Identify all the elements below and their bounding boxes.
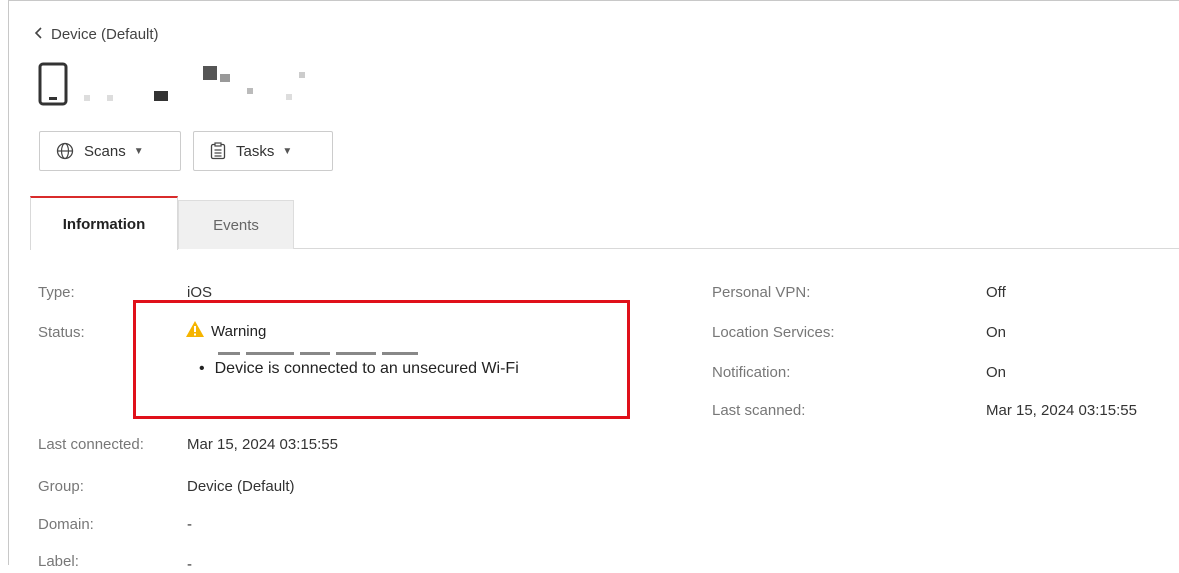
device-name-redacted <box>84 66 305 101</box>
back-link-label: Device (Default) <box>51 26 159 43</box>
tasks-button-label: Tasks <box>236 142 275 160</box>
location-services-label: Location Services: <box>712 324 835 341</box>
chevron-left-icon <box>34 26 43 43</box>
last-scanned-label: Last scanned: <box>712 402 806 419</box>
type-value: iOS <box>187 284 213 301</box>
personal-vpn-label: Personal VPN: <box>712 284 811 301</box>
caret-down-icon: ▼ <box>133 145 144 157</box>
status-obscured-text <box>218 352 478 358</box>
status-label: Status: <box>38 324 85 341</box>
globe-icon <box>56 142 74 160</box>
last-connected-label: Last connected: <box>38 436 144 453</box>
back-link[interactable]: Device (Default) <box>34 26 159 43</box>
type-label: Type: <box>38 284 75 301</box>
group-value: Device (Default) <box>187 478 295 495</box>
status-warning-text: Warning <box>211 322 267 340</box>
notification-label: Notification: <box>712 364 791 381</box>
detail-tabs: Information Events <box>30 196 1179 250</box>
domain-label: Domain: <box>38 516 94 533</box>
notification-value: On <box>986 364 1007 381</box>
group-label: Group: <box>38 478 84 495</box>
smartphone-icon <box>38 62 68 111</box>
caret-down-icon: ▼ <box>282 145 293 157</box>
label-label: Label: <box>38 553 79 570</box>
location-services-value: On <box>986 324 1007 341</box>
domain-value: - <box>187 516 192 533</box>
clipboard-icon <box>210 142 226 160</box>
tasks-dropdown-button[interactable]: Tasks ▼ <box>193 131 333 171</box>
last-scanned-value: Mar 15, 2024 03:15:55 <box>986 402 1137 419</box>
personal-vpn-value: Off <box>986 284 1006 301</box>
tab-events[interactable]: Events <box>178 200 294 249</box>
scans-button-label: Scans <box>84 142 126 160</box>
status-detail-item: Device is connected to an unsecured Wi-F… <box>199 360 519 378</box>
warning-triangle-icon <box>185 320 205 342</box>
scans-dropdown-button[interactable]: Scans ▼ <box>39 131 181 171</box>
last-connected-value: Mar 15, 2024 03:15:55 <box>187 436 338 453</box>
tab-information[interactable]: Information <box>30 196 178 250</box>
status-value: Warning <box>185 320 266 342</box>
